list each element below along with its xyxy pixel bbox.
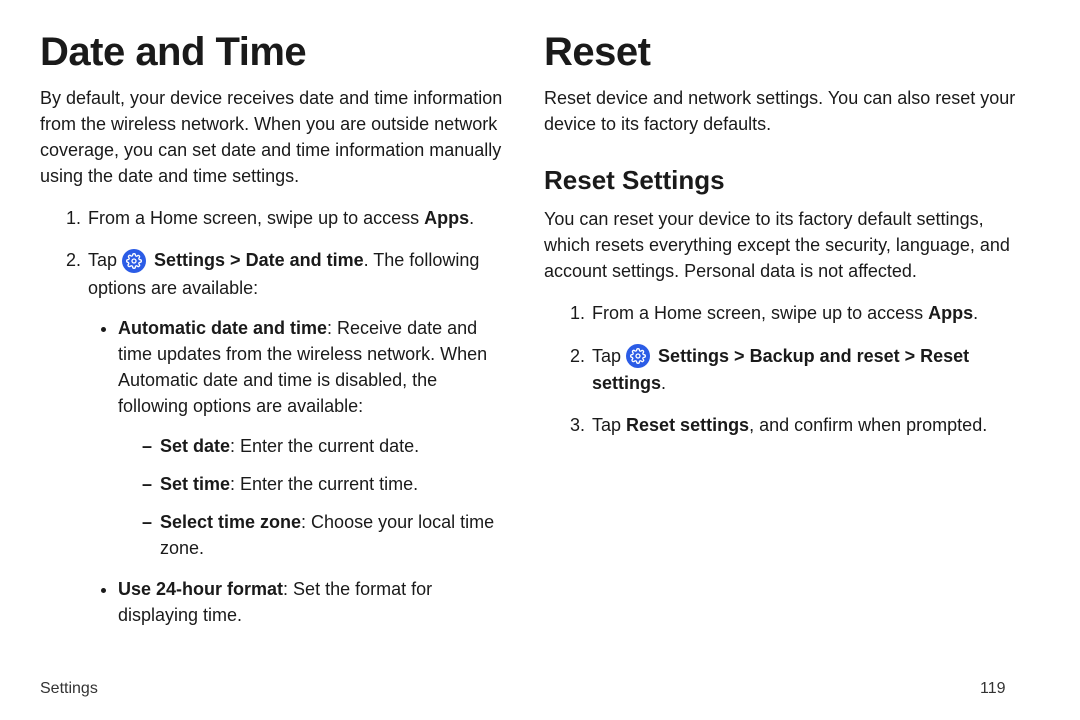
- step-bold: Settings > Date and time: [154, 250, 364, 270]
- dash-item: Select time zone: Choose your local time…: [142, 509, 512, 561]
- step-text: From a Home screen, swipe up to access: [88, 208, 424, 228]
- step-text: , and confirm when prompted.: [749, 415, 987, 435]
- steps-list: From a Home screen, swipe up to access A…: [40, 205, 512, 627]
- bullet-item: Automatic date and time: Receive date an…: [118, 315, 512, 562]
- page-footer: Settings 119: [40, 680, 1040, 698]
- dash-text: : Enter the current time.: [230, 474, 418, 494]
- step-bold: Apps: [928, 303, 973, 323]
- sub-intro-paragraph: You can reset your device to its factory…: [544, 206, 1020, 284]
- step-text: .: [469, 208, 474, 228]
- dash-text: : Enter the current date.: [230, 436, 419, 456]
- step-text: Tap: [592, 415, 626, 435]
- step-3: Tap Reset settings, and confirm when pro…: [590, 412, 1020, 438]
- step-2: Tap Settings > Date and time. The follow…: [86, 247, 512, 627]
- step-bold: Apps: [424, 208, 469, 228]
- step-text: Tap: [592, 346, 626, 366]
- bullet-bold: Use 24-hour format: [118, 579, 283, 599]
- footer-page-number: 119: [980, 680, 1040, 698]
- dash-item: Set time: Enter the current time.: [142, 471, 512, 497]
- dash-bold: Set date: [160, 436, 230, 456]
- step-1: From a Home screen, swipe up to access A…: [86, 205, 512, 231]
- settings-gear-icon: [122, 249, 146, 273]
- footer-section-label: Settings: [40, 680, 980, 698]
- step-bold: Reset settings: [626, 415, 749, 435]
- heading-date-and-time: Date and Time: [40, 30, 512, 75]
- step-1: From a Home screen, swipe up to access A…: [590, 300, 1020, 326]
- steps-list: From a Home screen, swipe up to access A…: [544, 300, 1020, 438]
- bullet-item: Use 24-hour format: Set the format for d…: [118, 576, 512, 628]
- step-2: Tap Settings > Backup and reset > Reset …: [590, 343, 1020, 396]
- bullet-list: Automatic date and time: Receive date an…: [88, 315, 512, 628]
- subheading-reset-settings: Reset Settings: [544, 165, 1020, 196]
- intro-paragraph: Reset device and network settings. You c…: [544, 85, 1020, 137]
- dash-list: Set date: Enter the current date. Set ti…: [118, 433, 512, 561]
- settings-gear-icon: [626, 344, 650, 368]
- heading-reset: Reset: [544, 30, 1020, 75]
- left-column: Date and Time By default, your device re…: [40, 30, 540, 700]
- dash-bold: Select time zone: [160, 512, 301, 532]
- bullet-bold: Automatic date and time: [118, 318, 327, 338]
- right-column: Reset Reset device and network settings.…: [540, 30, 1040, 700]
- step-text: .: [973, 303, 978, 323]
- step-text: .: [661, 373, 666, 393]
- step-text: Tap: [88, 250, 122, 270]
- manual-page: Date and Time By default, your device re…: [0, 0, 1080, 720]
- intro-paragraph: By default, your device receives date an…: [40, 85, 512, 189]
- step-text: From a Home screen, swipe up to access: [592, 303, 928, 323]
- dash-item: Set date: Enter the current date.: [142, 433, 512, 459]
- dash-bold: Set time: [160, 474, 230, 494]
